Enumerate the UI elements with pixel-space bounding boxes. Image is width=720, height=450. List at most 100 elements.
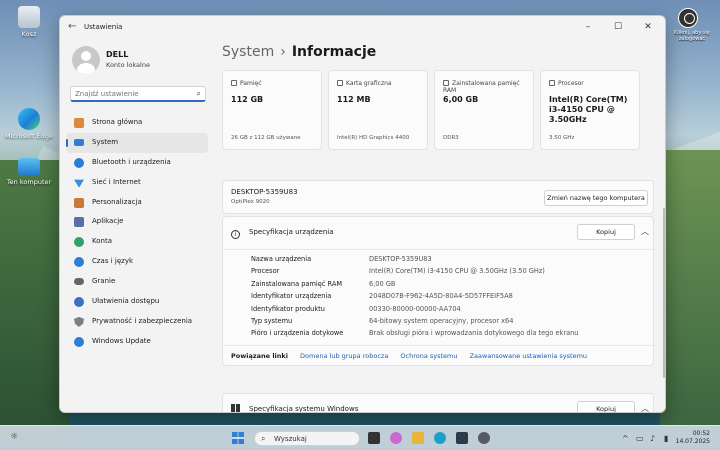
spec-row: Identyfikator urządzenia 2048D07B-F962-4A…	[251, 292, 513, 301]
sidebar-item-gaming[interactable]: Granie	[66, 272, 208, 292]
tile-subtext: 26 GB z 112 GB używane	[231, 135, 301, 141]
minimize-button[interactable]: –	[574, 19, 602, 35]
tray-chevron-icon[interactable]: ^	[622, 434, 629, 443]
copilot-icon[interactable]	[390, 432, 402, 444]
file-explorer-icon[interactable]	[412, 432, 424, 444]
tile-subtext: Intel(R) HD Graphics 4400	[337, 135, 410, 141]
rename-pc-button[interactable]: Zmień nazwę tego komputera	[544, 190, 648, 206]
tile-value: Intel(R) Core(TM) i3-4150 CPU @ 3.50GHz	[549, 95, 628, 124]
sidebar-item-label: Aplikacje	[92, 217, 124, 226]
sign-in-icon[interactable]	[678, 8, 698, 28]
sidebar-item-time-language[interactable]: Czas i język	[66, 252, 208, 272]
spec-row: Typ systemu 64-bitowy system operacyjny, …	[251, 317, 514, 325]
search-icon: ⌕	[261, 434, 266, 443]
tile-ram[interactable]: Zainstalowana pamięć RAM 6,00 GB DDR3	[434, 70, 534, 150]
sidebar-item-label: Ułatwienia dostępu	[92, 297, 160, 306]
network-icon[interactable]: ▭	[636, 434, 644, 443]
sidebar-item-accounts[interactable]: Konta	[66, 232, 208, 252]
account-type: Konto lokalne	[106, 61, 150, 69]
copy-device-specs-button[interactable]: Kopiuj	[577, 224, 635, 240]
maximize-button[interactable]: ☐	[604, 19, 632, 35]
spec-row: Zainstalowana pamięć RAM 6,00 GB	[251, 279, 396, 288]
device-name: DESKTOP-5359U83	[231, 188, 298, 196]
sidebar-item-personalization[interactable]: Personalizacja	[66, 193, 208, 213]
sidebar-item-label: Bluetooth i urządzenia	[92, 157, 171, 166]
wifi-icon	[74, 179, 84, 188]
spec-row: Procesor Intel(R) Core(TM) i3-4150 CPU @ …	[251, 267, 545, 276]
search-icon[interactable]: ⌕	[197, 89, 201, 99]
tile-value: 112 GB	[231, 95, 264, 104]
tile-graphics[interactable]: Karta graficzna 112 MB Intel(R) HD Graph…	[328, 70, 428, 150]
sidebar-item-privacy[interactable]: Prywatność i zabezpieczenia	[66, 312, 208, 332]
clock[interactable]: 00:52 14.07.2025	[676, 430, 710, 446]
breadcrumb: System › Informacje	[222, 44, 376, 60]
section-title: Specyfikacja urządzenia	[249, 228, 334, 236]
sidebar-item-apps[interactable]: Aplikacje	[66, 212, 208, 232]
tile-value: 6,00 GB	[443, 95, 479, 104]
desktop-icon-recycle-bin[interactable]: Kosz	[0, 6, 58, 38]
start-button[interactable]	[232, 432, 244, 444]
spec-row: Identyfikator produktu 00330-80000-00000-…	[251, 304, 461, 313]
tile-value: 112 MB	[337, 95, 371, 104]
update-icon	[74, 336, 84, 347]
tile-label: Procesor	[558, 80, 584, 87]
avatar[interactable]	[72, 46, 100, 74]
scrollbar[interactable]	[663, 208, 665, 378]
sidebar-item-label: Personalizacja	[92, 197, 142, 206]
sign-in-label: Kliknij, aby się zalogować	[674, 30, 710, 42]
back-arrow-icon[interactable]: ←	[68, 21, 76, 32]
link-domain-workgroup[interactable]: Domena lub grupa robocza	[300, 352, 388, 360]
link-advanced-system-settings[interactable]: Zaawansowane ustawienia systemu	[470, 352, 587, 360]
window-title: Ustawienia	[84, 23, 123, 31]
sidebar-item-bluetooth[interactable]: Bluetooth i urządzenia	[66, 153, 208, 173]
tile-label: Zainstalowana pamięć RAM	[443, 80, 520, 94]
breadcrumb-parent[interactable]: System	[222, 44, 274, 60]
tile-processor[interactable]: Procesor Intel(R) Core(TM) i3-4150 CPU @…	[540, 70, 640, 150]
desktop-icon-this-pc[interactable]: Ten komputer	[0, 158, 58, 186]
weather-icon[interactable]: ☼	[10, 432, 18, 442]
search-input[interactable]	[75, 88, 185, 100]
device-model: OptiPlex 9020	[231, 199, 270, 205]
storage-icon	[231, 80, 237, 86]
store-icon[interactable]	[456, 432, 468, 444]
windows-specs-header[interactable]: Specyfikacja systemu Windows	[231, 404, 358, 412]
settings-window: ← Ustawienia – ☐ ✕ DELL Konto lokalne ⌕ …	[59, 15, 666, 413]
close-button[interactable]: ✕	[634, 19, 662, 35]
title-bar: ← Ustawienia – ☐ ✕	[60, 16, 665, 38]
monitor-icon	[18, 158, 40, 176]
account-icon	[74, 237, 84, 248]
windows-specs-card: Specyfikacja systemu Windows Kopiuj ︿	[222, 393, 654, 412]
sidebar-item-home[interactable]: Strona główna	[66, 113, 208, 133]
device-specs-header[interactable]: i Specyfikacja urządzenia	[231, 228, 334, 239]
tile-subtext: 3.50 GHz	[549, 135, 575, 141]
edge-icon	[18, 108, 40, 130]
sidebar-item-label: Strona główna	[92, 118, 143, 126]
clock-date: 14.07.2025	[675, 438, 710, 445]
sidebar-item-label: Windows Update	[92, 336, 151, 345]
chevron-up-icon[interactable]: ︿	[641, 226, 649, 237]
settings-search: ⌕	[70, 86, 206, 102]
globe-icon	[74, 257, 84, 268]
system-icon	[74, 138, 84, 146]
settings-taskbar-icon[interactable]	[478, 432, 490, 444]
spec-row: Pióro i urządzenia dotykowe Brak obsługi …	[251, 329, 579, 338]
sidebar-item-label: Granie	[92, 277, 116, 286]
volume-icon[interactable]: ♪	[650, 434, 655, 443]
sidebar-item-windows-update[interactable]: Windows Update	[66, 332, 208, 352]
copy-windows-specs-button[interactable]: Kopiuj	[577, 401, 635, 412]
edge-taskbar-icon[interactable]	[434, 432, 446, 444]
taskbar-search-label: Wyszukaj	[274, 435, 307, 443]
chevron-up-icon[interactable]: ︿	[641, 403, 649, 412]
sidebar-item-system[interactable]: System	[66, 132, 208, 153]
taskview-icon[interactable]	[368, 432, 380, 444]
sidebar-item-network[interactable]: Sieć i Internet	[66, 173, 208, 193]
tile-storage[interactable]: Pamięć 112 GB 26 GB z 112 GB używane	[222, 70, 322, 150]
desktop-icon-edge[interactable]: Microsoft Edge	[0, 108, 58, 140]
battery-icon[interactable]: ▮	[664, 434, 668, 443]
clock-time: 00:52	[692, 430, 710, 437]
taskbar-search[interactable]: ⌕ Wyszukaj	[254, 431, 360, 446]
wallpaper-trees-right	[660, 150, 720, 430]
nav-list: Strona główna System Bluetooth i urządze…	[66, 113, 208, 352]
link-system-protection[interactable]: Ochrona systemu	[400, 352, 457, 360]
sidebar-item-accessibility[interactable]: Ułatwienia dostępu	[66, 292, 208, 312]
